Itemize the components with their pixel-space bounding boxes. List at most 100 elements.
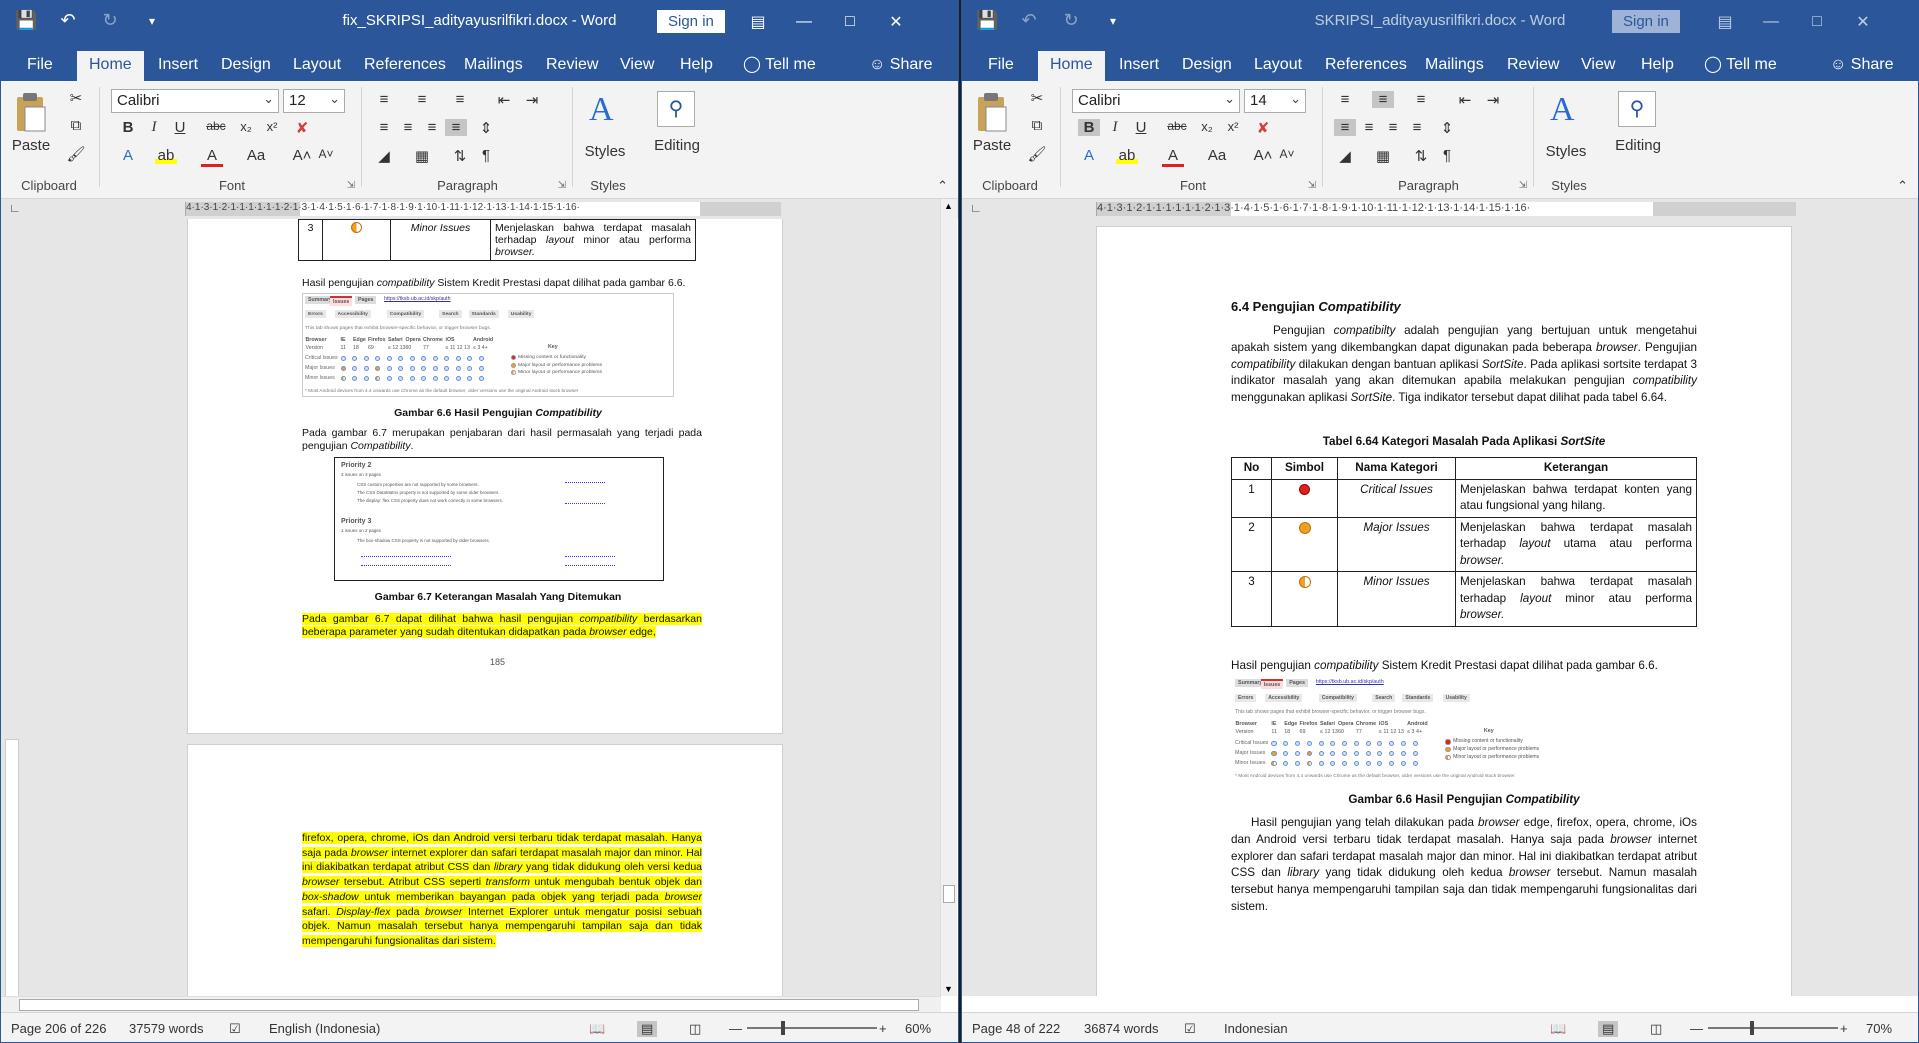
align-center-icon[interactable]: ≡ (397, 119, 419, 136)
zoom-slider[interactable] (747, 1027, 877, 1029)
horizontal-ruler[interactable]: 4·1·3·1·2·1·1·1·1·1·1·2·1·3·1·4·1·5·1·6·… (185, 202, 781, 216)
tab-home[interactable]: Home (1038, 51, 1105, 81)
zoom-in-icon[interactable]: + (1840, 1021, 1848, 1036)
zoom-out-icon[interactable]: — (1690, 1021, 1703, 1036)
print-layout-icon[interactable]: ▤ (1598, 1021, 1619, 1037)
tab-insert[interactable]: Insert (1107, 51, 1171, 81)
subscript-icon[interactable]: x₂ (235, 119, 257, 134)
editing-button[interactable]: Editing (1608, 137, 1668, 154)
multilevel-list-icon[interactable]: ≡ (449, 91, 471, 108)
align-center-icon[interactable]: ≡ (1358, 119, 1380, 136)
justify-icon[interactable]: ≡ (445, 119, 467, 136)
clear-formatting-icon[interactable]: ✘ (1252, 119, 1274, 137)
align-left-icon[interactable]: ≡ (1334, 119, 1356, 136)
styles-icon[interactable]: A (589, 91, 614, 129)
tab-design[interactable]: Design (209, 51, 283, 81)
undo-icon[interactable]: ↶ (57, 10, 79, 31)
redo-icon[interactable]: ↻ (1060, 10, 1082, 31)
font-name-dropdown[interactable]: Calibri ⌄ (111, 89, 279, 113)
tab-help[interactable]: Help (668, 51, 725, 81)
bullets-icon[interactable]: ≡ (1334, 91, 1356, 108)
font-color-icon[interactable]: A (1162, 147, 1184, 167)
shading-icon[interactable]: ◢ (373, 147, 395, 165)
proofing-icon[interactable]: ☑ (1184, 1021, 1196, 1037)
dialog-launcher-icon[interactable]: ⇲ (1308, 180, 1316, 191)
dialog-launcher-icon[interactable]: ⇲ (347, 180, 355, 191)
sign-in-button[interactable]: Sign in (1612, 10, 1680, 33)
minimize-button[interactable]: — (781, 6, 827, 38)
format-painter-icon[interactable]: 🖌 (1026, 145, 1048, 163)
strikethrough-icon[interactable]: abc (205, 119, 227, 133)
word-count[interactable]: 36874 words (1084, 1021, 1158, 1036)
save-icon[interactable]: 💾 (976, 10, 998, 31)
increase-indent-icon[interactable]: ⇥ (1482, 91, 1504, 109)
font-size-dropdown[interactable]: 14 ⌄ (1244, 89, 1306, 113)
document-area[interactable]: 6.4 Pengujian Compatibility Pengujian co… (962, 219, 1918, 996)
styles-icon[interactable]: A (1550, 91, 1575, 129)
numbering-icon[interactable]: ≡ (411, 91, 433, 108)
horizontal-scrollbar[interactable] (1, 996, 941, 1013)
vertical-scrollbar[interactable]: ▲ ▼ (940, 199, 957, 996)
print-layout-icon[interactable]: ▤ (637, 1021, 658, 1037)
scroll-up-icon[interactable]: ▲ (944, 201, 953, 211)
format-painter-icon[interactable]: 🖌 (65, 145, 87, 163)
paste-button[interactable]: Paste (972, 137, 1012, 154)
decrease-indent-icon[interactable]: ⇤ (1454, 91, 1476, 109)
borders-icon[interactable]: ▦ (1372, 147, 1394, 165)
copy-icon[interactable]: ⧉ (1026, 117, 1048, 134)
zoom-out-icon[interactable]: — (729, 1021, 742, 1036)
decrease-indent-icon[interactable]: ⇤ (493, 91, 515, 109)
language[interactable]: Indonesian (1224, 1021, 1288, 1036)
ribbon-display-icon[interactable]: ▤ (735, 6, 781, 38)
word-count[interactable]: 37579 words (129, 1021, 203, 1036)
tab-mailings[interactable]: Mailings (1413, 51, 1496, 81)
collapse-ribbon-icon[interactable]: ⌃ (1897, 178, 1908, 194)
borders-icon[interactable]: ▦ (411, 147, 433, 165)
increase-indent-icon[interactable]: ⇥ (521, 91, 543, 109)
paste-icon[interactable] (11, 91, 49, 135)
align-right-icon[interactable]: ≡ (1382, 119, 1404, 136)
cut-icon[interactable]: ✂ (65, 89, 87, 107)
tab-references[interactable]: References (352, 51, 458, 81)
strikethrough-icon[interactable]: abc (1166, 119, 1188, 133)
tab-review[interactable]: Review (1495, 51, 1571, 81)
editing-button[interactable]: Editing (647, 137, 707, 154)
bold-icon[interactable]: B (117, 119, 139, 136)
read-mode-icon[interactable]: 📖 (589, 1021, 605, 1037)
zoom-slider[interactable] (1708, 1027, 1838, 1029)
close-button[interactable]: ✕ (873, 6, 919, 38)
subscript-icon[interactable]: x₂ (1196, 119, 1218, 134)
text-effects-icon[interactable]: A (1078, 147, 1100, 164)
change-case-icon[interactable]: Aa (241, 147, 271, 164)
underline-icon[interactable]: U (169, 119, 191, 136)
zoom-level[interactable]: 70% (1866, 1021, 1892, 1036)
font-color-icon[interactable]: A (201, 147, 223, 167)
tab-layout[interactable]: Layout (281, 51, 353, 81)
tab-references[interactable]: References (1313, 51, 1419, 81)
dialog-launcher-icon[interactable]: ⇲ (558, 180, 566, 191)
font-name-dropdown[interactable]: Calibri ⌄ (1072, 89, 1240, 113)
search-icon[interactable]: ⚲ (1618, 91, 1656, 127)
customize-qat-icon[interactable]: ▾ (141, 14, 163, 28)
close-button[interactable]: ✕ (1840, 6, 1886, 38)
font-size-dropdown[interactable]: 12 ⌄ (283, 89, 345, 113)
page-count[interactable]: Page 206 of 226 (11, 1021, 106, 1036)
styles-button[interactable]: Styles (1536, 143, 1596, 160)
grow-font-icon[interactable]: A˄ (1252, 147, 1274, 164)
multilevel-list-icon[interactable]: ≡ (1410, 91, 1432, 108)
zoom-slider-thumb[interactable] (781, 1021, 785, 1035)
tab-view[interactable]: View (608, 51, 666, 81)
tab-view[interactable]: View (1569, 51, 1627, 81)
sort-icon[interactable]: ⇅ (449, 147, 471, 165)
collapse-ribbon-icon[interactable]: ⌃ (937, 178, 948, 194)
line-spacing-icon[interactable]: ⇕ (475, 119, 497, 137)
tab-selector-icon[interactable]: ∟ (970, 201, 982, 215)
tab-mailings[interactable]: Mailings (452, 51, 535, 81)
vertical-ruler[interactable] (5, 739, 19, 996)
bullets-icon[interactable]: ≡ (373, 91, 395, 108)
tab-help[interactable]: Help (1629, 51, 1686, 81)
clear-formatting-icon[interactable]: ✘ (291, 119, 313, 137)
show-marks-icon[interactable]: ¶ (475, 147, 497, 164)
proofing-icon[interactable]: ☑ (229, 1021, 241, 1037)
tab-design[interactable]: Design (1170, 51, 1244, 81)
